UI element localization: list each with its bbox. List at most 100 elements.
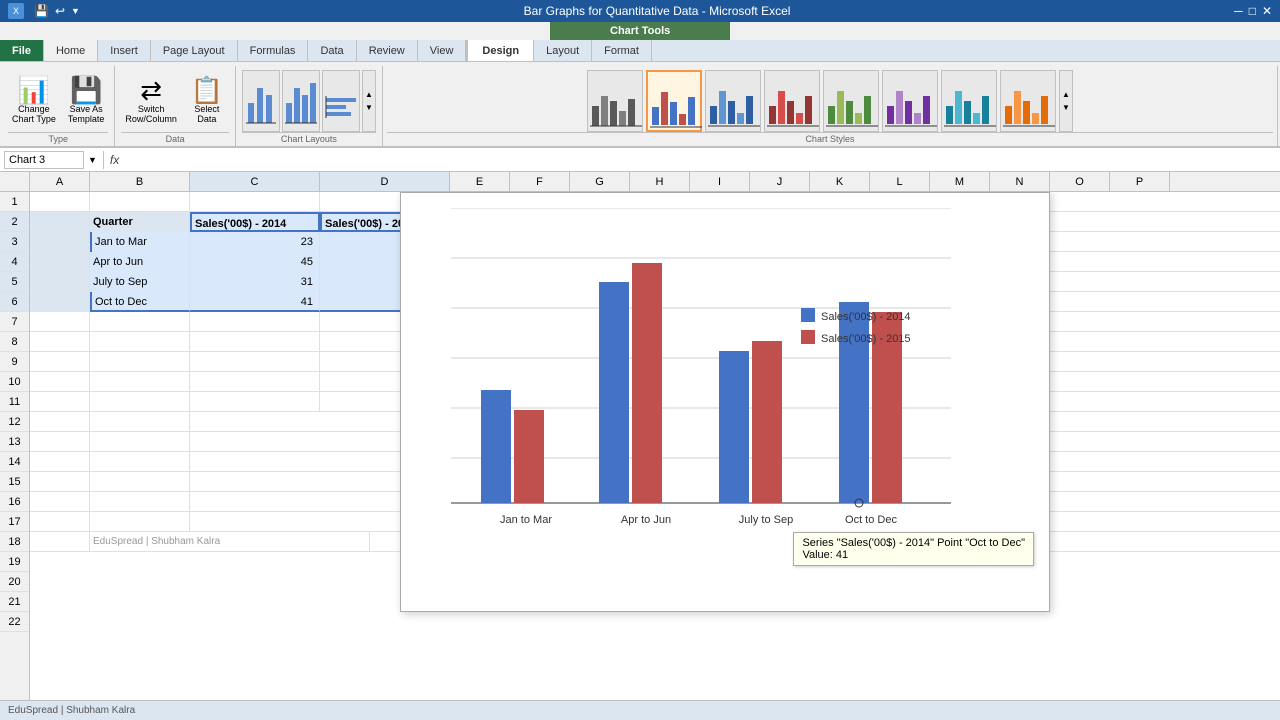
tab-page-layout[interactable]: Page Layout (151, 40, 238, 61)
col-header-i: I (690, 172, 750, 191)
col-header-c: C (190, 172, 320, 191)
tab-view[interactable]: View (418, 40, 467, 61)
tab-formulas[interactable]: Formulas (238, 40, 309, 61)
svg-text:Sales('00$) - 2015: Sales('00$) - 2015 (821, 333, 911, 345)
ribbon-group-type-label: Type (8, 132, 108, 146)
select-data-icon: 📋 (191, 77, 223, 103)
window-controls: ─ □ ✕ (1234, 4, 1272, 18)
cell-b3[interactable]: Jan to Mar (90, 232, 190, 252)
cell-c5[interactable]: 31 (190, 272, 320, 292)
status-author: EduSpread | Shubham Kalra (90, 532, 370, 552)
chart-layout-dropdown[interactable]: ▲ ▼ (362, 70, 376, 132)
col-header-k: K (810, 172, 870, 191)
tab-review[interactable]: Review (357, 40, 418, 61)
select-data-button[interactable]: 📋 SelectData (185, 73, 229, 129)
tab-design[interactable]: Design (467, 40, 534, 61)
col-header-a: A (30, 172, 90, 191)
chart-style-4[interactable] (764, 70, 820, 132)
formula-dropdown[interactable]: ▼ (88, 155, 97, 165)
col-header-m: M (930, 172, 990, 191)
col-header-o: O (1050, 172, 1110, 191)
tab-file[interactable]: File (0, 40, 44, 61)
ribbon: 📊 ChangeChart Type 💾 Save AsTemplate Typ… (0, 62, 1280, 148)
change-chart-type-icon: 📊 (18, 77, 50, 103)
row-numbers: 1 2 3 4 5 6 7 8 9 10 11 12 13 14 15 16 1… (0, 192, 30, 700)
tab-layout[interactable]: Layout (534, 40, 592, 61)
tab-insert[interactable]: Insert (98, 40, 151, 61)
quick-access-undo[interactable]: ↩ (55, 4, 65, 18)
save-as-template-icon: 💾 (70, 77, 102, 103)
fx-label: fx (110, 153, 119, 167)
svg-text:Apr to Jun: Apr to Jun (621, 514, 671, 526)
chart-layout-2[interactable] (282, 70, 320, 132)
chart-container[interactable]: 0 10 20 30 40 50 60 (400, 192, 1050, 612)
switch-icon: ⇄ (140, 77, 162, 103)
chart-style-1[interactable] (587, 70, 643, 132)
cell-c3[interactable]: 23 (190, 232, 320, 252)
tab-data[interactable]: Data (308, 40, 356, 61)
title-text: Bar Graphs for Quantitative Data - Micro… (524, 4, 791, 18)
col-header-f: F (510, 172, 570, 191)
tooltip-line1: Series "Sales('00$) - 2014" Point "Oct t… (802, 537, 1025, 549)
svg-text:July to Sep: July to Sep (739, 514, 793, 526)
tab-bar: File Home Insert Page Layout Formulas Da… (0, 40, 1280, 62)
chart-svg: 0 10 20 30 40 50 60 (451, 208, 1011, 568)
ribbon-group-layouts-label: Chart Layouts (242, 132, 376, 146)
tooltip-line2: Value: 41 (802, 549, 1025, 561)
spreadsheet-area[interactable]: Quarter Sales('00$) - 2014 Sales('00$) -… (30, 192, 1280, 700)
tab-format[interactable]: Format (592, 40, 652, 61)
col-header-n: N (990, 172, 1050, 191)
save-as-template-label: Save AsTemplate (68, 105, 105, 125)
excel-icon: X (8, 3, 24, 19)
ribbon-group-chart-styles: ▲ ▼ Chart Styles (383, 66, 1278, 146)
quick-access-dropdown[interactable]: ▼ (71, 6, 80, 16)
formula-input[interactable] (123, 154, 1276, 166)
cell-b2[interactable]: Quarter (90, 212, 190, 232)
chart-style-3[interactable] (705, 70, 761, 132)
cell-b5[interactable]: July to Sep (90, 272, 190, 292)
chart-tooltip: Series "Sales('00$) - 2014" Point "Oct t… (793, 532, 1034, 566)
svg-text:Jan to Mar: Jan to Mar (500, 514, 552, 526)
col-header-g: G (570, 172, 630, 191)
name-box[interactable] (4, 151, 84, 169)
chart-tools-header: Chart Tools (550, 22, 730, 40)
title-bar-left: X 💾 ↩ ▼ (8, 3, 80, 19)
ribbon-group-chart-layouts: ▲ ▼ Chart Layouts (236, 66, 383, 146)
ribbon-group-styles-label: Chart Styles (387, 132, 1273, 146)
cell-b4[interactable]: Apr to Jun (90, 252, 190, 272)
ribbon-group-data: ⇄ SwitchRow/Column 📋 SelectData Data (115, 66, 236, 146)
change-chart-type-label: ChangeChart Type (12, 105, 56, 125)
formula-bar: ▼ fx (0, 148, 1280, 172)
switch-row-column-button[interactable]: ⇄ SwitchRow/Column (121, 73, 181, 129)
chart-style-2[interactable] (646, 70, 702, 132)
title-bar: X 💾 ↩ ▼ Bar Graphs for Quantitative Data… (0, 0, 1280, 22)
col-header-b: B (90, 172, 190, 191)
svg-text:Oct to Dec: Oct to Dec (845, 514, 897, 526)
save-as-template-button[interactable]: 💾 Save AsTemplate (64, 73, 109, 129)
svg-text:Sales('00$) - 2014: Sales('00$) - 2014 (821, 311, 911, 323)
chart-style-5[interactable] (823, 70, 879, 132)
cell-c4[interactable]: 45 (190, 252, 320, 272)
chart-style-8[interactable] (1000, 70, 1056, 132)
col-header-p: P (1110, 172, 1170, 191)
chart-style-scroll[interactable]: ▲ ▼ (1059, 70, 1073, 132)
cell-c6[interactable]: 41 (190, 292, 320, 312)
col-header-j: J (750, 172, 810, 191)
chart-style-7[interactable] (941, 70, 997, 132)
col-header-d: D (320, 172, 450, 191)
status-bar: EduSpread | Shubham Kalra (0, 700, 1280, 720)
quick-access-save[interactable]: 💾 (34, 4, 49, 18)
tab-home[interactable]: Home (44, 40, 98, 61)
col-header-e: E (450, 172, 510, 191)
change-chart-type-button[interactable]: 📊 ChangeChart Type (8, 73, 60, 129)
status-text: EduSpread | Shubham Kalra (8, 705, 135, 716)
chart-style-6[interactable] (882, 70, 938, 132)
switch-label: SwitchRow/Column (125, 105, 177, 125)
cell-b6[interactable]: Oct to Dec (90, 292, 190, 312)
ribbon-group-data-label: Data (121, 132, 229, 146)
chart-layout-3[interactable] (322, 70, 360, 132)
chart-layout-1[interactable] (242, 70, 280, 132)
cell-c2[interactable]: Sales('00$) - 2014 (190, 212, 320, 232)
col-header-h: H (630, 172, 690, 191)
col-header-l: L (870, 172, 930, 191)
